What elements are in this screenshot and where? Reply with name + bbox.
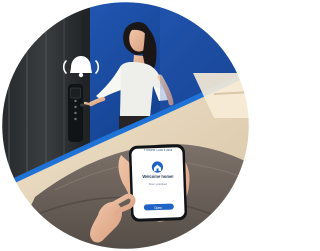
smart-lock-promo-image: Fortune Lock's Aria Welcome home! Door u… [0,0,251,251]
